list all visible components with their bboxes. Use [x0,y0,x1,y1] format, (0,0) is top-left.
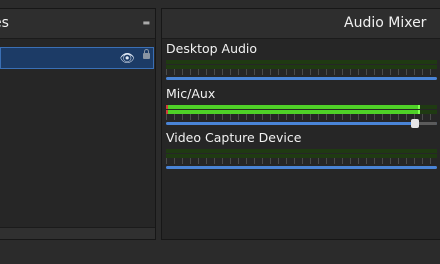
eye-icon[interactable]: 👁︎ [120,51,135,65]
meter-scale [166,69,437,75]
audio-mixer-title-label: Audio Mixer [344,15,427,31]
sources-toolbar [0,227,155,239]
meter-scale [166,158,437,164]
channel-mic-aux: Mic/Aux [162,86,440,128]
channel-video-capture-device: Video Capture Device [162,130,440,170]
volume-meter [166,105,437,109]
sources-dock-title: es ▬ [0,9,155,39]
source-list-item[interactable]: 👁︎ [0,47,154,69]
float-icon[interactable]: ▬ [142,18,150,27]
lock-icon[interactable] [143,49,150,59]
channel-name: Desktop Audio [166,41,258,56]
volume-meter [166,149,437,153]
channel-name: Mic/Aux [166,86,216,101]
volume-slider[interactable] [166,77,437,80]
volume-meter [166,60,437,64]
volume-slider-handle[interactable] [411,119,419,128]
sources-dock: es ▬ 👁︎ [0,8,156,240]
volume-slider[interactable] [166,119,437,128]
sources-title-label: es [0,15,9,31]
meter-scale [166,114,437,120]
channel-desktop-audio: Desktop Audio [162,41,440,81]
status-area [0,246,440,264]
audio-mixer-title: Audio Mixer [162,9,440,39]
volume-slider[interactable] [166,166,437,169]
audio-mixer-dock: Audio Mixer Desktop Audio Mic/Aux Video … [161,8,440,240]
channel-name: Video Capture Device [166,130,302,145]
